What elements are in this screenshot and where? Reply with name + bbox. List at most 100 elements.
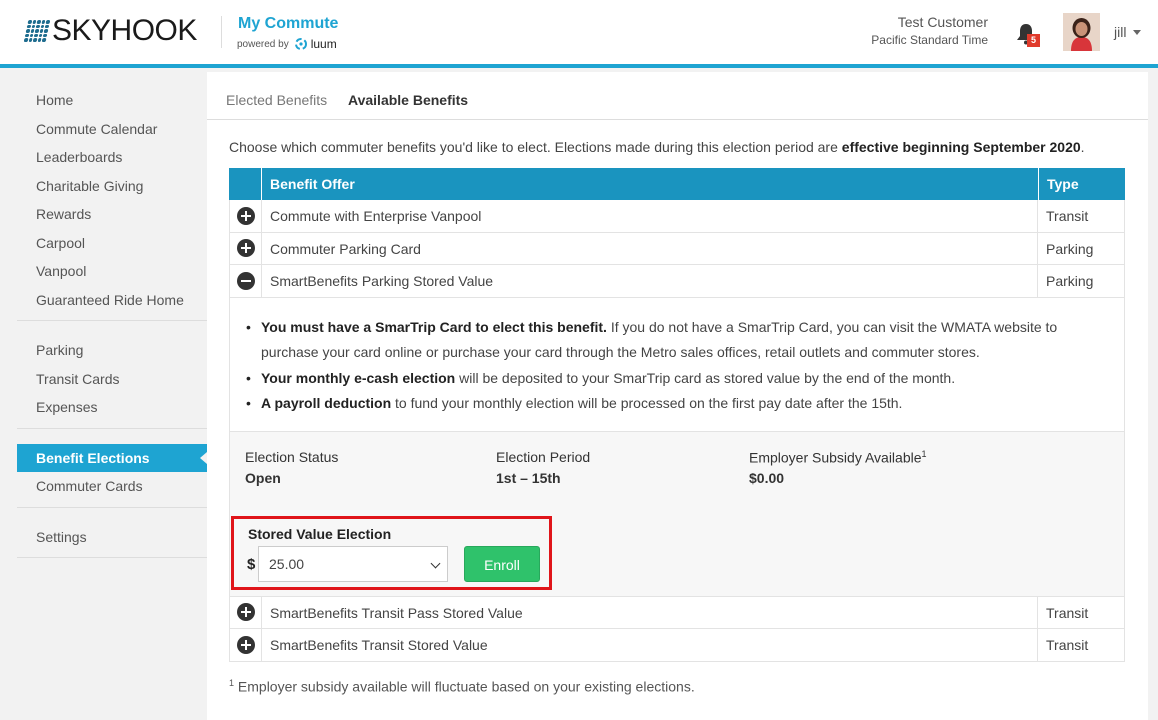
tab-available-benefits[interactable]: Available Benefits <box>348 92 468 108</box>
sidebar-item-benefit-elections[interactable]: Benefit Elections <box>17 443 207 472</box>
election-status-value: Open <box>245 469 281 486</box>
caret-down-icon[interactable] <box>1133 30 1141 35</box>
bullet-bold: Your monthly e-cash election <box>261 369 456 386</box>
subsidy-footnote: 1 Employer subsidy available will fluctu… <box>229 678 695 695</box>
details-bullets: You must have a SmarTrip Card to elect t… <box>230 298 1124 432</box>
subsidy-label-wrap: Employer Subsidy Available1 <box>749 449 927 466</box>
luum-brand: luum <box>310 37 337 51</box>
benefits-table: Benefit Offer Type Commute with Enterpri… <box>229 168 1125 662</box>
sidebar-item-transit-cards[interactable]: Transit Cards <box>17 365 207 394</box>
intro-text-main: Choose which commuter benefits you'd lik… <box>229 139 842 155</box>
stored-value-selected: 25.00 <box>269 555 305 572</box>
stored-value-select[interactable]: 25.00 <box>258 545 448 582</box>
subsidy-value: $0.00 <box>749 469 785 486</box>
header-divider <box>221 16 222 48</box>
table-row[interactable]: Commute with Enterprise Vanpool Transit <box>229 200 1125 233</box>
election-info: Election Status Open Election Period 1st… <box>230 431 1124 596</box>
collapse-cell <box>230 265 261 297</box>
enroll-button[interactable]: Enroll <box>464 545 540 582</box>
benefit-type: Transit <box>1037 596 1124 628</box>
app-title[interactable]: My Commute <box>238 15 338 33</box>
sidebar-item-commute-calendar[interactable]: Commute Calendar <box>17 115 207 144</box>
benefit-offer-name: SmartBenefits Parking Stored Value <box>261 265 1037 297</box>
avatar-portrait-icon <box>1063 13 1100 51</box>
detail-bullet: You must have a SmarTrip Card to elect t… <box>244 315 1124 366</box>
table-row[interactable]: SmartBenefits Transit Pass Stored Value … <box>229 596 1125 629</box>
logo-grid-icon <box>23 20 51 42</box>
benefit-details-panel: You must have a SmarTrip Card to elect t… <box>229 297 1125 597</box>
sidebar-item-leaderboards[interactable]: Leaderboards <box>17 143 207 172</box>
table-row[interactable]: Commuter Parking Card Parking <box>229 232 1125 265</box>
luum-icon <box>294 38 307 50</box>
bullet-text: will be deposited to your SmarTrip card … <box>455 369 956 386</box>
intro-text-end: . <box>1080 139 1085 155</box>
skyhook-logo[interactable]: SKYHOOK <box>23 14 197 47</box>
tab-elected-benefits[interactable]: Elected Benefits <box>226 92 327 108</box>
notification-badge: 5 <box>1027 34 1040 47</box>
expand-cell <box>230 200 261 232</box>
stored-value-title: Stored Value Election <box>248 525 392 542</box>
benefit-type: Parking <box>1037 265 1124 297</box>
sidebar-item-expenses[interactable]: Expenses <box>17 393 207 422</box>
detail-bullet: Your monthly e-cash election will be dep… <box>244 366 1124 392</box>
sidebar-item-commuter-cards[interactable]: Commuter Cards <box>17 472 207 501</box>
nav-group-settings: Settings <box>17 523 207 558</box>
sidebar-item-rewards[interactable]: Rewards <box>17 200 207 229</box>
subsidy-label: Employer Subsidy Available <box>749 449 922 466</box>
main-content: Elected Benefits Available Benefits Choo… <box>207 72 1148 720</box>
sidebar-item-carpool[interactable]: Carpool <box>17 229 207 258</box>
bullet-bold: You must have a SmarTrip Card to elect t… <box>261 318 607 335</box>
sidebar-item-charitable-giving[interactable]: Charitable Giving <box>17 172 207 201</box>
logo-text: SKYHOOK <box>52 14 197 47</box>
table-row[interactable]: SmartBenefits Parking Stored Value Parki… <box>229 265 1125 298</box>
avatar[interactable] <box>1063 13 1100 51</box>
header-benefit-offer: Benefit Offer <box>261 168 1038 200</box>
chevron-down-icon <box>430 558 441 568</box>
election-period-value: 1st – 15th <box>496 469 561 486</box>
nav-group-main: Home Commute Calendar Leaderboards Chari… <box>17 86 207 321</box>
expand-cell <box>230 233 261 265</box>
bullet-text: to fund your monthly election will be pr… <box>391 395 903 411</box>
minus-circle-icon[interactable] <box>236 271 255 290</box>
header-icon-cell <box>229 168 261 200</box>
benefit-type: Transit <box>1037 629 1124 661</box>
benefit-offer-name: SmartBenefits Transit Stored Value <box>261 629 1037 661</box>
currency-symbol: $ <box>247 555 256 573</box>
user-timezone: Pacific Standard Time <box>871 33 988 47</box>
expand-cell <box>230 597 261 629</box>
user-menu-label[interactable]: jill <box>1114 24 1126 40</box>
table-row[interactable]: SmartBenefits Transit Stored Value Trans… <box>229 629 1125 662</box>
top-header: SKYHOOK My Commute powered by luum Test … <box>0 0 1158 68</box>
sidebar-item-home[interactable]: Home <box>17 86 207 115</box>
plus-circle-icon[interactable] <box>236 206 255 225</box>
nav-group-benefits: Benefit Elections Commuter Cards <box>17 443 207 508</box>
intro-text-bold: effective beginning September 2020 <box>841 139 1081 155</box>
election-status-label: Election Status <box>245 448 339 465</box>
sidebar-item-guaranteed-ride-home[interactable]: Guaranteed Ride Home <box>17 286 207 315</box>
sidebar-item-parking[interactable]: Parking <box>17 336 207 365</box>
subsidy-footnote-marker: 1 <box>921 448 927 459</box>
bullet-text-cont: purchase your card online or purchase yo… <box>261 344 980 360</box>
bullet-bold: A payroll deduction <box>261 395 392 411</box>
stored-value-election-box: Stored Value Election $ 25.00 Enroll <box>231 515 552 590</box>
election-period-label: Election Period <box>496 448 591 465</box>
benefit-offer-name: Commute with Enterprise Vanpool <box>261 200 1037 232</box>
table-header-row: Benefit Offer Type <box>229 168 1125 200</box>
powered-by-label: powered by <box>237 38 289 50</box>
header-type: Type <box>1038 168 1125 200</box>
footnote-text: Employer subsidy available will fluctuat… <box>234 678 695 695</box>
plus-circle-icon[interactable] <box>236 239 255 258</box>
tab-bar: Elected Benefits Available Benefits <box>207 72 1148 120</box>
benefit-type: Transit <box>1037 200 1124 232</box>
benefit-offer-name: SmartBenefits Transit Pass Stored Value <box>261 596 1037 628</box>
detail-bullet: A payroll deduction to fund your monthly… <box>244 391 1124 417</box>
sidebar-item-settings[interactable]: Settings <box>17 523 207 552</box>
user-display-name: Test Customer <box>897 14 988 30</box>
expand-cell <box>230 629 261 661</box>
plus-circle-icon[interactable] <box>236 635 255 654</box>
nav-group-parking: Parking Transit Cards Expenses <box>17 336 207 429</box>
sidebar-nav: Home Commute Calendar Leaderboards Chari… <box>17 86 207 573</box>
plus-circle-icon[interactable] <box>236 603 255 622</box>
benefit-offer-name: Commuter Parking Card <box>261 232 1037 264</box>
sidebar-item-vanpool[interactable]: Vanpool <box>17 257 207 286</box>
